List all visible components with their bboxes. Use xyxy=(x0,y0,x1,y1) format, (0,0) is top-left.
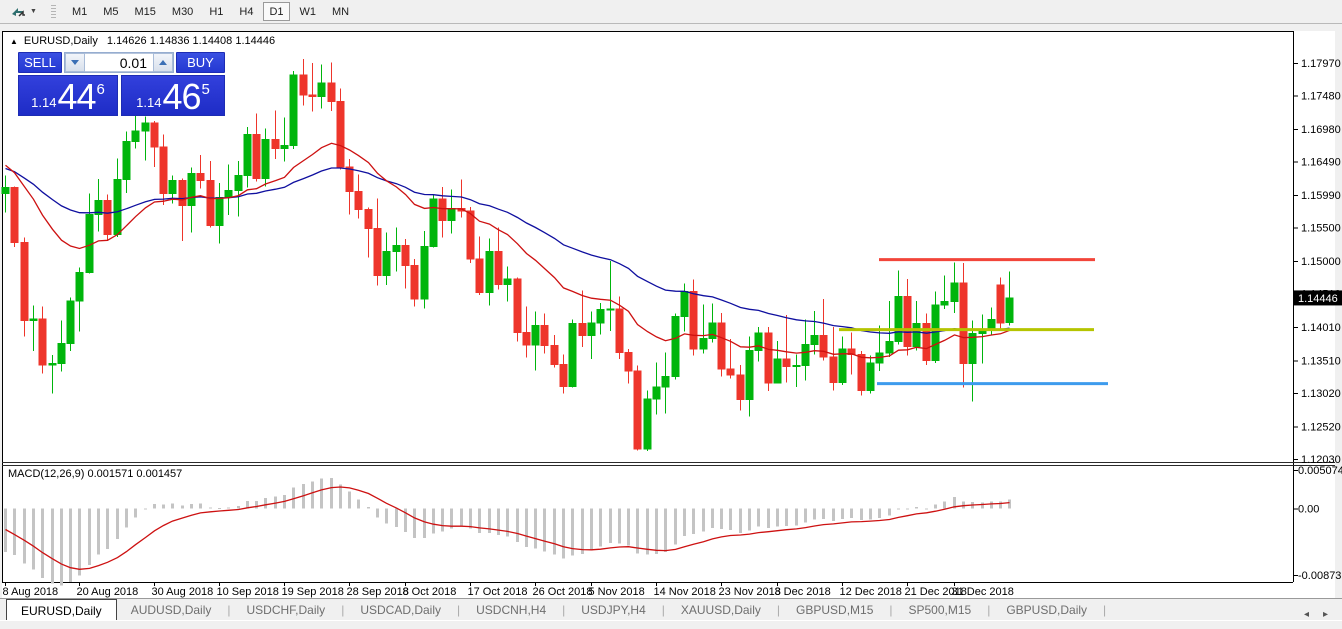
tab-divider: | xyxy=(775,603,782,617)
svg-text:-0.00873: -0.00873 xyxy=(1298,570,1341,582)
tab-divider: | xyxy=(455,603,462,617)
macd-indicator-label: MACD(12,26,9) 0.001571 0.001457 xyxy=(8,468,182,480)
sell-price-pip: 6 xyxy=(97,81,105,98)
chart-tab-usdchf-daily[interactable]: USDCHF,Daily xyxy=(233,599,340,620)
svg-text:31 Dec 2018: 31 Dec 2018 xyxy=(952,586,1014,598)
caret-down-icon xyxy=(71,60,79,65)
svg-text:1.16490: 1.16490 xyxy=(1301,157,1341,169)
svg-text:1.15500: 1.15500 xyxy=(1301,223,1341,235)
svg-text:1.13020: 1.13020 xyxy=(1301,388,1341,400)
svg-text:1.15990: 1.15990 xyxy=(1301,190,1341,202)
one-click-trading-panel: SELL 0.01 BUY 1.14 44 6 xyxy=(18,52,225,116)
expand-triangle-icon[interactable]: ▲ xyxy=(10,37,18,46)
svg-text:14 Nov 2018: 14 Nov 2018 xyxy=(654,586,716,598)
chart-title: ▲ EURUSD,Daily 1.14626 1.14836 1.14408 1… xyxy=(10,35,275,47)
sell-price-small: 1.14 xyxy=(31,95,56,110)
svg-text:1.17480: 1.17480 xyxy=(1301,91,1341,103)
svg-text:0.005074: 0.005074 xyxy=(1298,465,1342,477)
svg-text:5 Nov 2018: 5 Nov 2018 xyxy=(589,586,645,598)
svg-text:30 Aug 2018: 30 Aug 2018 xyxy=(152,586,214,598)
svg-text:8 Oct 2018: 8 Oct 2018 xyxy=(403,586,457,598)
sell-price-big: 44 xyxy=(57,82,95,112)
tab-divider: | xyxy=(660,603,667,617)
svg-text:26 Oct 2018: 26 Oct 2018 xyxy=(533,586,593,598)
svg-text:23 Nov 2018: 23 Nov 2018 xyxy=(719,586,781,598)
buy-price-small: 1.14 xyxy=(136,95,161,110)
volume-decrease-button[interactable] xyxy=(65,53,85,72)
chart-window: 1.179701.174801.169801.164901.159901.155… xyxy=(2,31,1335,598)
tab-divider: | xyxy=(1101,603,1108,617)
svg-text:1.14010: 1.14010 xyxy=(1301,322,1341,334)
buy-button[interactable]: BUY xyxy=(176,52,225,73)
svg-text:0.00: 0.00 xyxy=(1298,504,1319,516)
tab-divider: | xyxy=(339,603,346,617)
chart-tabs: EURUSD,DailyAUDUSD,Daily|USDCHF,Daily|US… xyxy=(0,599,1290,620)
svg-text:10 Sep 2018: 10 Sep 2018 xyxy=(217,586,279,598)
svg-text:1.12520: 1.12520 xyxy=(1301,421,1341,433)
chart-ohlc-values: 1.14626 1.14836 1.14408 1.14446 xyxy=(107,35,275,47)
tab-scroll-left-icon[interactable]: ◂ xyxy=(1304,609,1309,620)
svg-text:1.15000: 1.15000 xyxy=(1301,256,1341,268)
chart-tab-usdcnh-h4[interactable]: USDCNH,H4 xyxy=(462,599,560,620)
svg-text:1.13510: 1.13510 xyxy=(1301,355,1341,367)
chart-symbol-label: EURUSD,Daily xyxy=(24,35,98,47)
svg-text:19 Sep 2018: 19 Sep 2018 xyxy=(282,586,344,598)
current-price-value: 1.14446 xyxy=(1298,293,1338,305)
svg-text:1.16980: 1.16980 xyxy=(1301,124,1341,136)
svg-text:28 Sep 2018: 28 Sep 2018 xyxy=(347,586,409,598)
svg-text:17 Oct 2018: 17 Oct 2018 xyxy=(468,586,528,598)
caret-up-icon xyxy=(159,60,167,65)
svg-text:8 Aug 2018: 8 Aug 2018 xyxy=(3,586,59,598)
tab-divider: | xyxy=(887,603,894,617)
tab-divider: | xyxy=(560,603,567,617)
sell-price-display[interactable]: 1.14 44 6 xyxy=(18,75,118,116)
chart-tab-sp500-m15[interactable]: SP500,M15 xyxy=(895,599,986,620)
buy-price-display[interactable]: 1.14 46 5 xyxy=(121,75,225,116)
chart-tab-usdcad-daily[interactable]: USDCAD,Daily xyxy=(346,599,455,620)
status-bar xyxy=(0,620,1342,629)
sell-button[interactable]: SELL xyxy=(18,52,62,73)
buy-price-pip: 5 xyxy=(202,81,210,98)
chart-tab-eurusd-daily[interactable]: EURUSD,Daily xyxy=(6,599,117,620)
chart-tab-gbpusd-m15[interactable]: GBPUSD,M15 xyxy=(782,599,887,620)
mt4-terminal: ▼ M1M5M15M30H1H4D1W1MN 1.179701.174801.1… xyxy=(0,0,1342,629)
chart-tab-gbpusd-daily[interactable]: GBPUSD,Daily xyxy=(992,599,1101,620)
buy-price-big: 46 xyxy=(162,82,200,112)
volume-increase-button[interactable] xyxy=(153,53,173,72)
chart-tab-audusd-daily[interactable]: AUDUSD,Daily xyxy=(117,599,226,620)
tab-divider: | xyxy=(225,603,232,617)
svg-text:3 Dec 2018: 3 Dec 2018 xyxy=(775,586,831,598)
chart-tab-bar: EURUSD,DailyAUDUSD,Daily|USDCHF,Daily|US… xyxy=(0,598,1342,620)
chart-tab-xauusd-daily[interactable]: XAUUSD,Daily xyxy=(667,599,775,620)
tab-divider: | xyxy=(985,603,992,617)
volume-stepper: 0.01 xyxy=(64,52,174,73)
svg-text:12 Dec 2018: 12 Dec 2018 xyxy=(840,586,902,598)
tab-scroll-right-icon[interactable]: ▸ xyxy=(1323,609,1328,620)
volume-field[interactable]: 0.01 xyxy=(85,53,153,72)
svg-text:1.17970: 1.17970 xyxy=(1301,58,1341,70)
chart-tab-usdjpy-h4[interactable]: USDJPY,H4 xyxy=(567,599,659,620)
tab-scroll-arrows: ◂ ▸ xyxy=(1290,609,1342,620)
svg-text:20 Aug 2018: 20 Aug 2018 xyxy=(77,586,139,598)
